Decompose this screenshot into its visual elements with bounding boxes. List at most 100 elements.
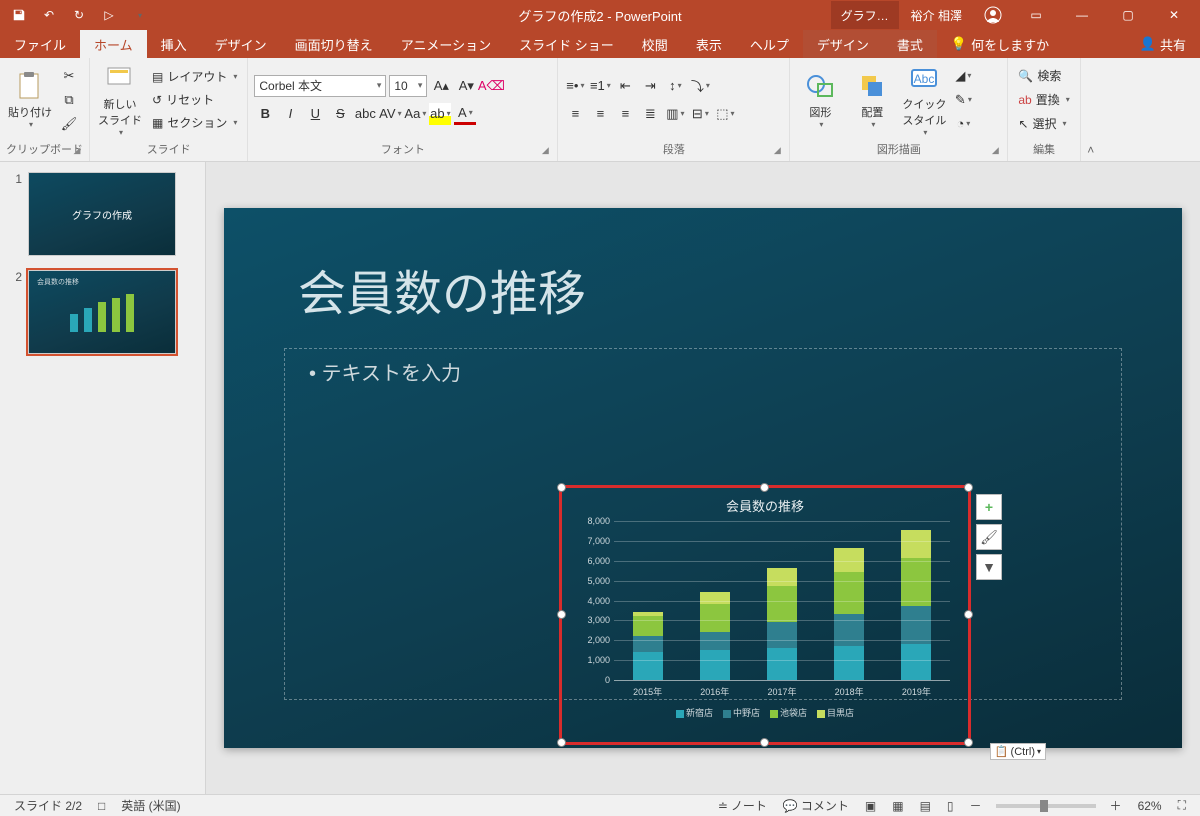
chart-filters-button[interactable]: ▼ bbox=[976, 554, 1002, 580]
select-button[interactable]: ↖選択 bbox=[1014, 113, 1070, 135]
resize-handle-s[interactable] bbox=[760, 738, 769, 747]
font-name-input[interactable]: Corbel 本文▾ bbox=[254, 75, 386, 97]
shapes-button[interactable]: 図形 bbox=[796, 61, 844, 139]
tab-file[interactable]: ファイル bbox=[0, 30, 80, 58]
clear-formatting-icon[interactable]: A⌫ bbox=[480, 75, 502, 97]
undo-icon[interactable]: ↶ bbox=[36, 3, 62, 27]
slide-canvas[interactable]: 会員数の推移 • テキストを入力 + 🖌 ▼ bbox=[224, 208, 1182, 748]
notes-button[interactable]: ≐ノート bbox=[710, 796, 775, 816]
reading-view-icon[interactable]: ▤ bbox=[912, 796, 939, 816]
justify-icon[interactable]: ≣ bbox=[639, 103, 661, 125]
replace-button[interactable]: ab置換 bbox=[1014, 89, 1073, 111]
slideshow-view-icon[interactable]: ▯ bbox=[939, 796, 962, 816]
resize-handle-e[interactable] bbox=[964, 610, 973, 619]
slide-thumbnails-pane[interactable]: 1 グラフの作成 2 会員数の推移 bbox=[0, 162, 206, 794]
resize-handle-nw[interactable] bbox=[557, 483, 566, 492]
arrange-button[interactable]: 配置 bbox=[848, 61, 896, 139]
font-dialog-launcher[interactable]: ◢ bbox=[539, 145, 551, 157]
comments-button[interactable]: 💬コメント bbox=[775, 796, 857, 816]
shape-fill-icon[interactable]: ◢ bbox=[952, 65, 974, 87]
paste-button[interactable]: 貼り付け bbox=[6, 61, 54, 139]
chart-elements-button[interactable]: + bbox=[976, 494, 1002, 520]
find-button[interactable]: 🔍検索 bbox=[1014, 65, 1065, 87]
change-case-icon[interactable]: Aa bbox=[404, 103, 426, 125]
zoom-level[interactable]: 62% bbox=[1130, 796, 1170, 816]
copy-icon[interactable]: ⧉ bbox=[58, 89, 80, 111]
paragraph-dialog-launcher[interactable]: ◢ bbox=[771, 145, 783, 157]
char-spacing-icon[interactable]: AV bbox=[379, 103, 401, 125]
tab-insert[interactable]: 挿入 bbox=[147, 30, 201, 58]
minimize-button[interactable]: — bbox=[1060, 1, 1104, 29]
format-painter-icon[interactable]: 🖌 bbox=[58, 113, 80, 135]
line-spacing-icon[interactable]: ↕ bbox=[664, 75, 686, 97]
align-right-icon[interactable]: ≡ bbox=[614, 103, 636, 125]
quick-styles-button[interactable]: Abcクイック スタイル bbox=[900, 61, 948, 139]
zoom-out-button[interactable]: － bbox=[962, 796, 990, 816]
bold-icon[interactable]: B bbox=[254, 103, 276, 125]
resize-handle-se[interactable] bbox=[964, 738, 973, 747]
smartart-icon[interactable]: ⬚ bbox=[714, 103, 736, 125]
tab-animations[interactable]: アニメーション bbox=[387, 30, 505, 58]
redo-icon[interactable]: ↻ bbox=[66, 3, 92, 27]
resize-handle-ne[interactable] bbox=[964, 483, 973, 492]
tab-slideshow[interactable]: スライド ショー bbox=[505, 30, 628, 58]
italic-icon[interactable]: I bbox=[279, 103, 301, 125]
fit-to-window-icon[interactable]: ⛶ bbox=[1170, 796, 1194, 816]
align-center-icon[interactable]: ≡ bbox=[589, 103, 611, 125]
bullets-icon[interactable]: ≡• bbox=[564, 75, 586, 97]
maximize-button[interactable]: ▢ bbox=[1106, 1, 1150, 29]
slide-sorter-icon[interactable]: ▦ bbox=[884, 796, 911, 816]
tab-home[interactable]: ホーム bbox=[80, 30, 147, 58]
font-color-icon[interactable]: A bbox=[454, 103, 476, 125]
numbering-icon[interactable]: ≡1 bbox=[589, 75, 611, 97]
shape-outline-icon[interactable]: ✎ bbox=[952, 89, 974, 111]
tab-transitions[interactable]: 画面切り替え bbox=[281, 30, 387, 58]
align-left-icon[interactable]: ≡ bbox=[564, 103, 586, 125]
chart-title[interactable]: 会員数の推移 bbox=[570, 496, 960, 515]
account-avatar-icon[interactable] bbox=[974, 1, 1012, 29]
share-button[interactable]: 👤共有 bbox=[1126, 30, 1200, 58]
paste-options-tag[interactable]: 📋(Ctrl)▾ bbox=[990, 743, 1046, 760]
slide-editor[interactable]: 会員数の推移 • テキストを入力 + 🖌 ▼ bbox=[206, 162, 1200, 794]
clipboard-dialog-launcher[interactable]: ◢ bbox=[71, 145, 83, 157]
increase-indent-icon[interactable]: ⇥ bbox=[639, 75, 661, 97]
save-icon[interactable] bbox=[6, 3, 32, 27]
tab-review[interactable]: 校閲 bbox=[628, 30, 682, 58]
language-indicator[interactable]: 英語 (米国) bbox=[113, 796, 188, 816]
resize-handle-sw[interactable] bbox=[557, 738, 566, 747]
font-size-input[interactable]: 10▾ bbox=[389, 75, 427, 97]
close-button[interactable]: ✕ bbox=[1152, 1, 1196, 29]
normal-view-icon[interactable]: ▣ bbox=[857, 796, 884, 816]
highlight-icon[interactable]: ab bbox=[429, 103, 451, 125]
start-from-beginning-icon[interactable]: ▷ bbox=[96, 3, 122, 27]
reset-button[interactable]: ↺リセット bbox=[148, 89, 241, 111]
account-name[interactable]: 裕介 相澤 bbox=[901, 1, 972, 29]
slide-title[interactable]: 会員数の推移 bbox=[298, 254, 586, 324]
columns-icon[interactable]: ▥ bbox=[664, 103, 686, 125]
chart-object[interactable]: + 🖌 ▼ 📋(Ctrl)▾ 会員数の推移 01,0002,0003,0004,… bbox=[559, 485, 971, 745]
layout-button[interactable]: ▤レイアウト bbox=[148, 66, 241, 88]
decrease-font-icon[interactable]: A▾ bbox=[455, 75, 477, 97]
section-button[interactable]: ▦セクション bbox=[148, 112, 241, 134]
content-placeholder[interactable]: • テキストを入力 + 🖌 ▼ 📋(Ctrl bbox=[284, 348, 1122, 700]
strikethrough-icon[interactable]: S bbox=[329, 103, 351, 125]
collapse-ribbon-icon[interactable]: ˄ bbox=[1081, 58, 1101, 161]
drawing-dialog-launcher[interactable]: ◢ bbox=[989, 145, 1001, 157]
spell-check-icon[interactable]: □ bbox=[90, 796, 113, 816]
resize-handle-w[interactable] bbox=[557, 610, 566, 619]
decrease-indent-icon[interactable]: ⇤ bbox=[614, 75, 636, 97]
tell-me-search[interactable]: 💡何をしますか bbox=[937, 30, 1063, 58]
zoom-in-button[interactable]: ＋ bbox=[1102, 796, 1130, 816]
shadow-icon[interactable]: abc bbox=[354, 103, 376, 125]
tab-design[interactable]: デザイン bbox=[201, 30, 281, 58]
resize-handle-n[interactable] bbox=[760, 483, 769, 492]
ribbon-display-options-icon[interactable]: ▭ bbox=[1014, 1, 1058, 29]
tab-chart-design[interactable]: デザイン bbox=[803, 30, 883, 58]
text-direction-icon[interactable]: ⤵ bbox=[689, 75, 711, 97]
new-slide-button[interactable]: 新しい スライド bbox=[96, 61, 144, 139]
slide-counter[interactable]: スライド 2/2 bbox=[6, 796, 90, 816]
tab-help[interactable]: ヘルプ bbox=[736, 30, 803, 58]
increase-font-icon[interactable]: A▴ bbox=[430, 75, 452, 97]
zoom-slider[interactable] bbox=[996, 804, 1096, 808]
align-text-icon[interactable]: ⊟ bbox=[689, 103, 711, 125]
